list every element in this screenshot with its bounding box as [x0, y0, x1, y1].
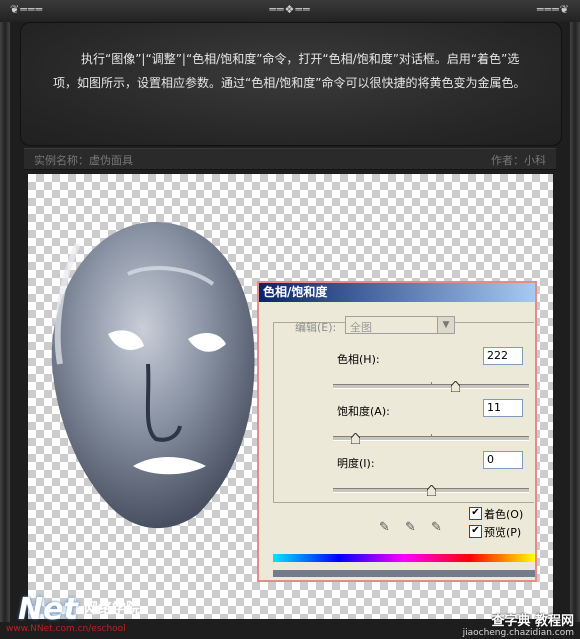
- tutorial-text: 执行“图像”|“调整”|“色相/饱和度”命令，打开“色相/饱和度”对话框。启用“…: [53, 52, 526, 90]
- hue-slider-thumb[interactable]: [450, 381, 460, 392]
- example-name: 实例名称：虚伪面具: [34, 154, 133, 167]
- brand-logo: 查字典 教程网: [491, 614, 574, 629]
- lightness-slider[interactable]: [333, 485, 529, 496]
- saturation-input[interactable]: 11: [483, 399, 523, 417]
- hue-spectrum-bar: [273, 554, 535, 562]
- site-watermark-left: Net 网络学院 www.NNet.com.cn/eschool: [4, 592, 194, 639]
- preview-checkbox[interactable]: ✔: [469, 525, 482, 538]
- author-name: 作者：小科: [491, 154, 546, 167]
- hue-slider[interactable]: [333, 381, 529, 392]
- metal-mask-image: [51, 221, 255, 529]
- site-watermark-right: 查字典 教程网 jiaocheng.chazidian.com: [414, 610, 574, 639]
- lightness-label: 明度(I):: [337, 457, 375, 470]
- brand-subtitle: 网络学院: [84, 601, 140, 617]
- colorize-label[interactable]: 着色(O): [484, 506, 523, 522]
- example-info-bar: 实例名称：虚伪面具 作者：小科: [24, 148, 556, 170]
- hue-saturation-dialog: 色相/饱和度 编辑(E): 全图 ▼ 色相(H): 222 饱和度(A): 11…: [257, 281, 537, 582]
- tutorial-text-panel: 执行“图像”|“调整”|“色相/饱和度”命令，打开“色相/饱和度”对话框。启用“…: [20, 22, 562, 146]
- ornament-icon: ═══❦: [536, 3, 570, 16]
- slider-center-tick: [431, 382, 432, 385]
- eyedropper-icon[interactable]: ✎: [379, 520, 393, 536]
- saturation-slider-thumb[interactable]: [350, 433, 360, 444]
- slider-center-tick: [431, 434, 432, 437]
- lightness-slider-thumb[interactable]: [427, 485, 436, 496]
- brand-url: www.NNet.com.cn/eschool: [6, 624, 126, 634]
- eyedropper-plus-icon[interactable]: ✎: [405, 520, 419, 536]
- hue-input[interactable]: 222: [483, 347, 523, 365]
- ornament-icon: ══❖══: [269, 3, 311, 16]
- chevron-down-icon[interactable]: ▼: [437, 317, 454, 333]
- saturation-slider[interactable]: [333, 433, 529, 444]
- saturation-label: 饱和度(A):: [337, 405, 390, 418]
- lightness-input[interactable]: 0: [483, 451, 523, 469]
- check-icon: ✔: [471, 525, 480, 536]
- hue-label: 色相(H):: [337, 353, 380, 366]
- ornate-frame-left: [0, 22, 10, 622]
- result-color-bar: [273, 570, 535, 577]
- edit-select-value: 全图: [350, 321, 372, 334]
- edit-select[interactable]: 全图 ▼: [345, 316, 455, 334]
- brand-logo: Net: [18, 592, 78, 627]
- brand-url: jiaocheng.chazidian.com: [462, 628, 574, 638]
- tutorial-page: ❦═══ ══❖══ ═══❦ 执行“图像”|“调整”|“色相/饱和度”命令，打…: [0, 0, 580, 639]
- ornate-frame-right: [570, 22, 580, 622]
- edit-label: 编辑(E):: [295, 321, 337, 334]
- colorize-checkbox[interactable]: ✔: [469, 507, 482, 520]
- preview-label[interactable]: 预览(P): [484, 524, 521, 540]
- check-icon: ✔: [471, 507, 480, 518]
- dialog-title: 色相/饱和度: [259, 283, 535, 302]
- eyedropper-minus-icon[interactable]: ✎: [431, 520, 445, 536]
- ornament-icon: ❦═══: [10, 3, 44, 16]
- ornate-frame-top: ❦═══ ══❖══ ═══❦: [0, 0, 580, 22]
